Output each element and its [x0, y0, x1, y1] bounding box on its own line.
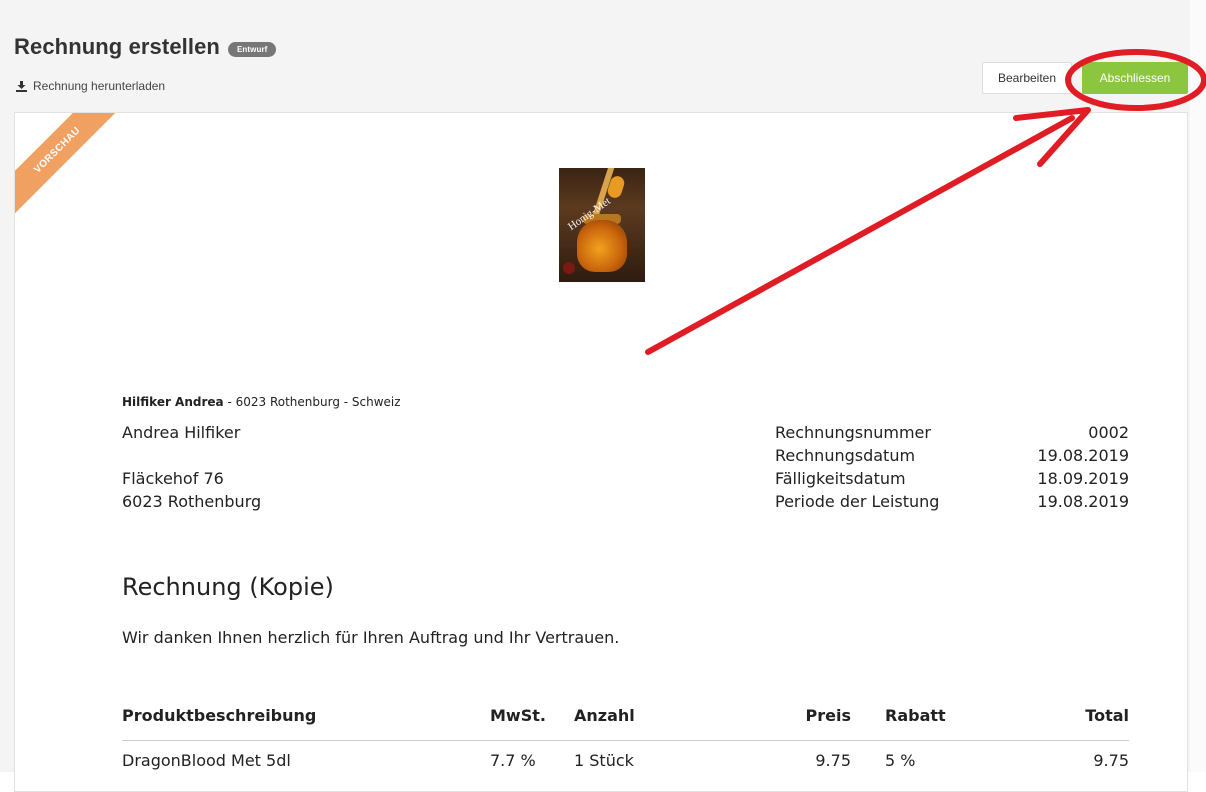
company-logo: Honig-Met	[559, 168, 645, 282]
meta-label: Fälligkeitsdatum	[775, 469, 906, 488]
download-invoice-label: Rechnung herunterladen	[33, 79, 166, 93]
recipient-name: Andrea Hilfiker	[122, 423, 241, 442]
recipient-address: Andrea Hilfiker Fläckehof 76 6023 Rothen…	[122, 421, 261, 513]
cell-description: DragonBlood Met 5dl	[122, 751, 291, 770]
invoice-heading: Rechnung (Kopie)	[122, 573, 334, 601]
meta-value: 18.09.2019	[1037, 469, 1129, 488]
sender-name: Hilfiker Andrea	[122, 395, 224, 409]
meta-label: Periode der Leistung	[775, 492, 940, 511]
thanks-text: Wir danken Ihnen herzlich für Ihren Auft…	[122, 628, 620, 647]
sender-address: - 6023 Rothenburg - Schweiz	[223, 395, 401, 409]
preview-ribbon-label: VORSCHAU	[15, 113, 125, 218]
header-total: Total	[1085, 706, 1129, 725]
meta-row: Periode der Leistung 19.08.2019	[775, 490, 1129, 513]
invoice-meta: Rechnungsnummer 0002 Rechnungsdatum 19.0…	[775, 421, 1129, 513]
meta-label: Rechnungsnummer	[775, 423, 931, 442]
cell-quantity: 1 Stück	[574, 751, 634, 770]
edit-button[interactable]: Bearbeiten	[982, 62, 1072, 94]
recipient-city: 6023 Rothenburg	[122, 492, 262, 511]
recipient-street: Fläckehof 76	[122, 469, 224, 488]
cell-price: 9.75	[815, 751, 851, 770]
download-invoice-link[interactable]: Rechnung herunterladen	[16, 79, 165, 93]
finish-button[interactable]: Abschliessen	[1082, 62, 1188, 94]
meta-value: 0002	[1088, 423, 1129, 442]
cell-vat: 7.7 %	[490, 751, 536, 770]
status-badge: Entwurf	[227, 41, 277, 57]
header-price: Preis	[805, 706, 851, 725]
header-quantity: Anzahl	[574, 706, 635, 725]
sender-line: Hilfiker Andrea - 6023 Rothenburg - Schw…	[122, 395, 401, 409]
page-title-text: Rechnung erstellen	[14, 34, 220, 59]
header-discount: Rabatt	[885, 706, 946, 725]
cell-total: 9.75	[1093, 751, 1129, 770]
table-header: Produktbeschreibung MwSt. Anzahl Preis R…	[122, 698, 1129, 741]
meta-row: Fälligkeitsdatum 18.09.2019	[775, 467, 1129, 490]
meta-label: Rechnungsdatum	[775, 446, 916, 465]
invoice-preview: VORSCHAU Honig-Met Hilfiker Andrea - 602…	[14, 112, 1188, 792]
table-row: DragonBlood Met 5dl 7.7 % 1 Stück 9.75 5…	[122, 741, 1129, 775]
header-vat: MwSt.	[490, 706, 546, 725]
meta-row: Rechnungsnummer 0002	[775, 421, 1129, 444]
line-items-table: Produktbeschreibung MwSt. Anzahl Preis R…	[122, 698, 1129, 775]
meta-value: 19.08.2019	[1037, 492, 1129, 511]
header-description: Produktbeschreibung	[122, 706, 317, 725]
preview-ribbon: VORSCHAU	[15, 113, 125, 223]
meta-value: 19.08.2019	[1037, 446, 1129, 465]
page-title: Rechnung erstellen Entwurf	[14, 34, 277, 60]
meta-row: Rechnungsdatum 19.08.2019	[775, 444, 1129, 467]
download-icon	[16, 80, 27, 92]
page-edge	[1190, 0, 1206, 772]
cell-discount: 5 %	[885, 751, 916, 770]
